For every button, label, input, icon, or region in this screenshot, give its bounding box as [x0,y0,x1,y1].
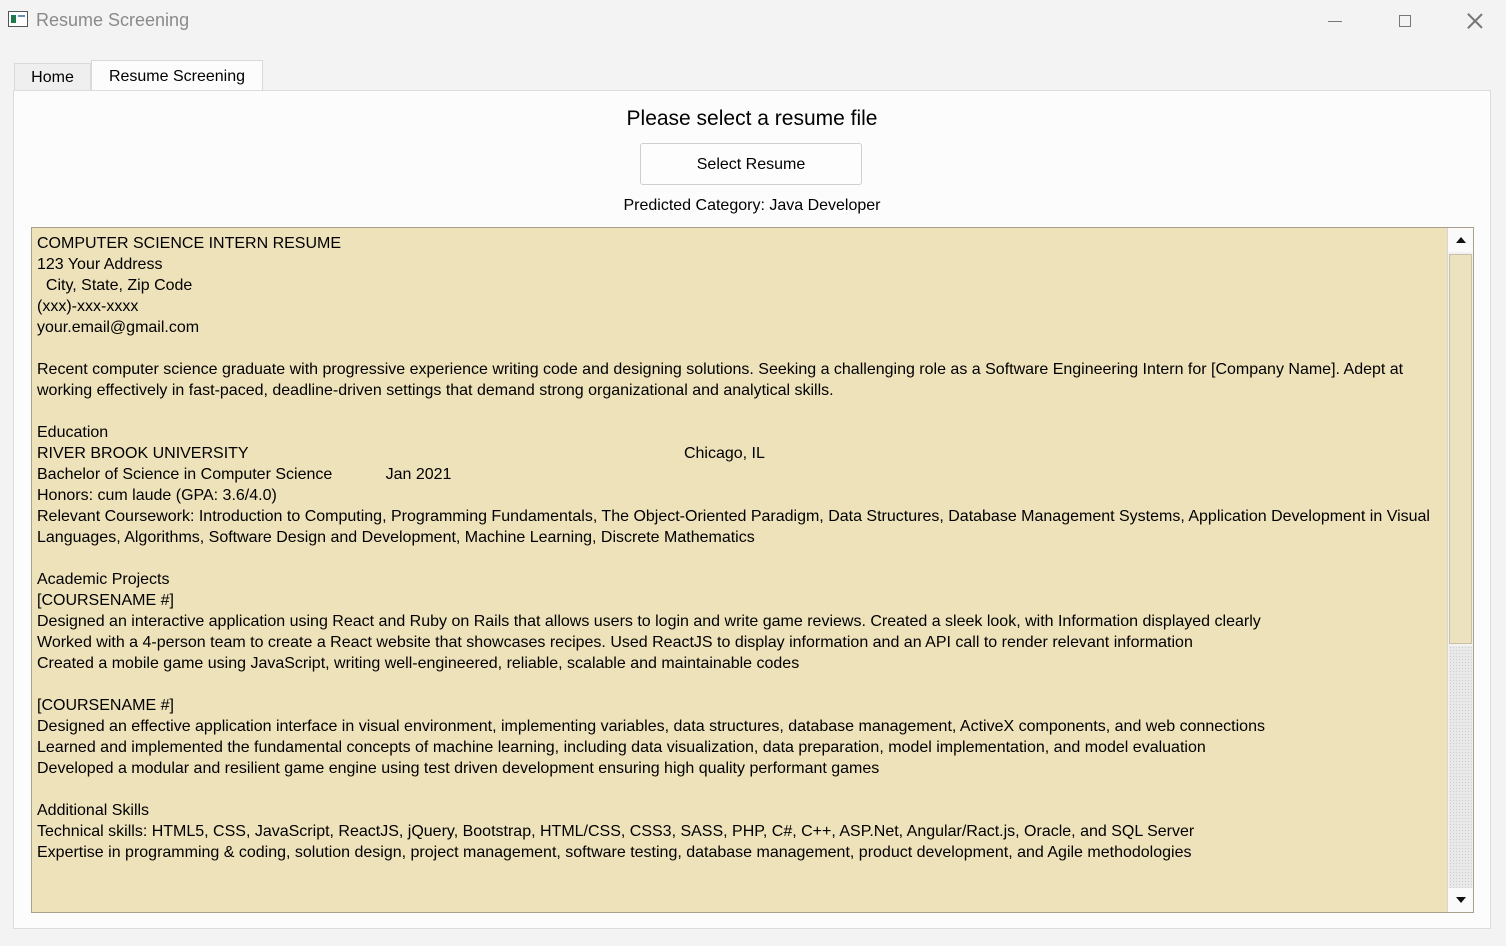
scroll-down-button[interactable] [1448,888,1473,912]
maximize-icon [1399,15,1411,27]
scroll-thumb[interactable] [1449,254,1472,644]
arrow-up-icon [1455,237,1466,243]
select-resume-button[interactable]: Select Resume [640,143,862,185]
app-window-icon [8,11,28,27]
minimize-icon [1328,20,1342,22]
resume-screening-panel: Please select a resume file Select Resum… [13,90,1491,929]
predicted-category-label: Predicted Category: Java Developer [623,197,881,214]
resume-text-area[interactable]: COMPUTER SCIENCE INTERN RESUME 123 Your … [31,227,1474,913]
maximize-button[interactable] [1370,0,1440,42]
scroll-up-button[interactable] [1448,228,1473,252]
minimize-button[interactable] [1300,0,1370,42]
tab-resume-screening[interactable]: Resume Screening [91,60,263,91]
select-prompt: Please select a resume file [626,107,878,130]
close-icon [1467,13,1483,29]
close-button[interactable] [1440,0,1506,42]
window-title: Resume Screening [36,10,190,30]
vertical-scrollbar[interactable] [1447,228,1473,912]
scroll-track[interactable] [1449,646,1472,888]
tab-home[interactable]: Home [14,63,91,91]
arrow-down-icon [1455,897,1466,903]
title-bar: Resume Screening [0,0,1506,42]
resume-content: COMPUTER SCIENCE INTERN RESUME 123 Your … [37,235,1430,861]
